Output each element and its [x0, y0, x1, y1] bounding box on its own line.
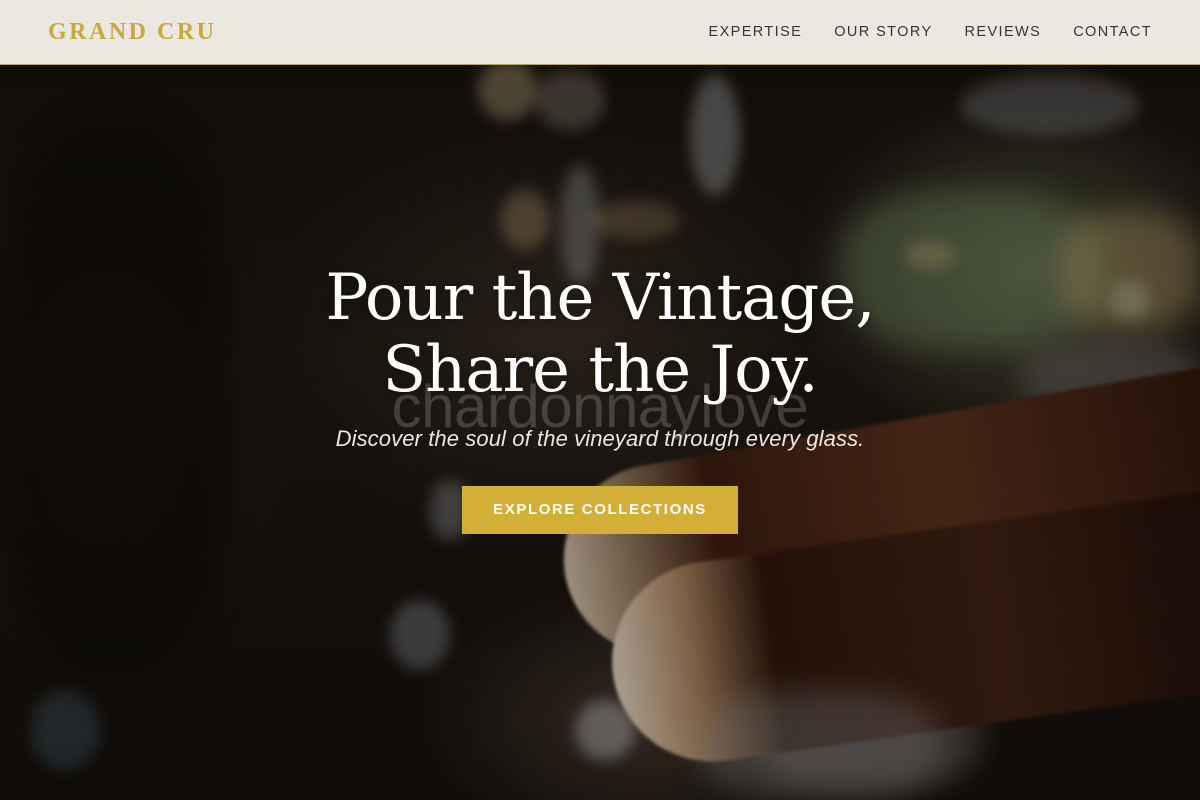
hero-tagline: Discover the soul of the vineyard throug… [335, 426, 865, 451]
hero-headline-line1: Pour the Vintage, [325, 261, 875, 335]
hero-headline-line2: Share the Joy. [382, 333, 818, 407]
hero-headline: Pour the Vintage, Share the Joy. [0, 262, 1200, 406]
nav-links: EXPERTISE OUR STORY REVIEWS CONTACT [709, 24, 1153, 40]
top-navbar: GRAND CRU EXPERTISE OUR STORY REVIEWS CO… [0, 0, 1200, 65]
nav-link-reviews[interactable]: REVIEWS [965, 24, 1042, 40]
nav-link-our-story[interactable]: OUR STORY [834, 24, 932, 40]
nav-link-expertise[interactable]: EXPERTISE [709, 24, 803, 40]
hero-content: chardonnaylove Pour the Vintage, Share t… [0, 262, 1200, 534]
nav-link-contact[interactable]: CONTACT [1073, 24, 1152, 40]
explore-collections-button[interactable]: EXPLORE COLLECTIONS [462, 486, 738, 534]
brand-logo[interactable]: GRAND CRU [48, 19, 217, 46]
